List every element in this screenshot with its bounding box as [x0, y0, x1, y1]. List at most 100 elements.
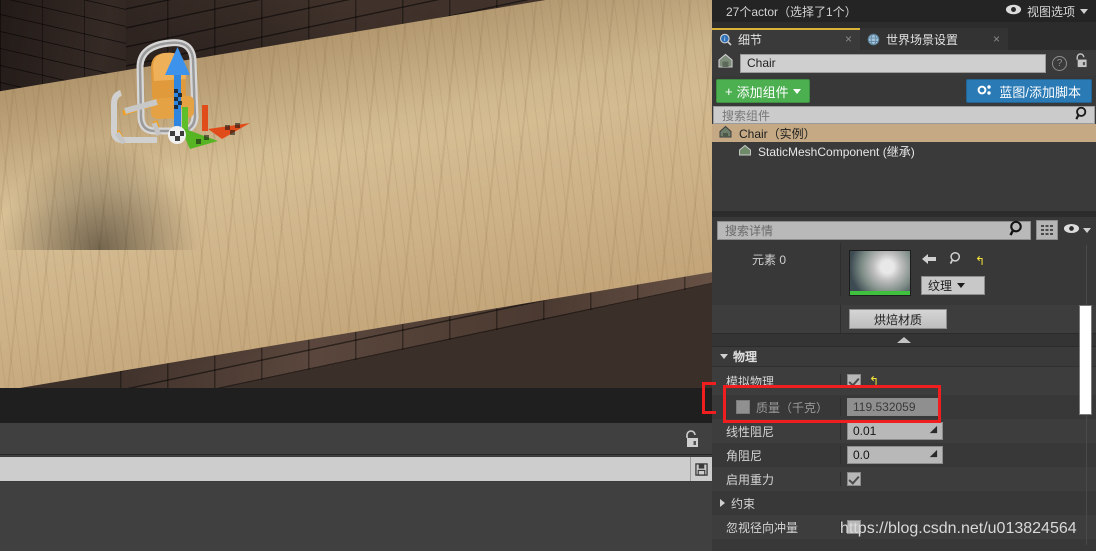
enable-gravity-checkbox[interactable]	[847, 472, 861, 486]
grid-view-icon[interactable]	[1036, 220, 1058, 240]
actor-name-row: Chair ?	[712, 50, 1096, 76]
chevron-down-icon	[1080, 8, 1088, 14]
linear-damping-value: 0.01	[853, 424, 877, 438]
prop-row-simulate-physics[interactable]: 模拟物理 ↰	[712, 367, 1096, 395]
tree-item-staticmesh[interactable]: StaticMeshComponent (继承)	[712, 142, 1096, 160]
content-browser-toolbar[interactable]	[0, 423, 712, 455]
watermark-url: https://blog.csdn.net/u013824564	[840, 520, 1077, 537]
simulate-physics-label: 模拟物理	[726, 374, 775, 389]
details-search-placeholder: 搜索详情	[725, 223, 774, 238]
chevron-down-icon	[957, 283, 966, 288]
actor-name-field[interactable]: Chair	[740, 53, 1046, 73]
bake-material-row: 烘焙材质	[712, 305, 1096, 333]
lock-open-icon[interactable]	[682, 429, 700, 449]
material-type-dropdown[interactable]: 纹理	[921, 276, 986, 295]
component-search-placeholder: 搜索组件	[722, 108, 771, 123]
physics-category-label: 物理	[733, 350, 758, 364]
panel-tabs: i 细节 × 世界场景设置 ×	[712, 28, 1096, 50]
component-search-input[interactable]: 搜索组件	[713, 106, 1095, 124]
blueprint-label: 蓝图/添加脚本	[999, 84, 1081, 100]
component-tree: Chair（实例） StaticMeshComponent (继承)	[712, 124, 1096, 211]
constraints-label: 约束	[731, 496, 756, 511]
search-icon[interactable]	[1075, 106, 1090, 124]
mass-label: 质量（千克）	[756, 400, 829, 415]
properties-area: 元素 0 ↰ 纹理 烘焙材质 物理 模拟物理 ↰ 质量（千克） 119.5320…	[712, 243, 1096, 539]
linear-damping-field[interactable]: 0.01	[847, 422, 943, 440]
details-view-options-button[interactable]	[1063, 221, 1091, 239]
enable-gravity-label: 启用重力	[726, 472, 775, 487]
section-collapse-button[interactable]	[712, 333, 1096, 347]
corner-shadow	[0, 140, 200, 250]
actor-count-label: 27个actor（选择了1个）	[726, 4, 857, 19]
level-viewport[interactable]	[0, 0, 712, 388]
chevron-down-icon	[792, 88, 801, 94]
add-component-button[interactable]: + 添加组件	[716, 79, 810, 103]
world-globe-icon	[867, 33, 880, 46]
prop-row-constraints[interactable]: 约束	[712, 491, 1096, 515]
close-icon[interactable]: ×	[993, 32, 1000, 46]
content-search-row[interactable]	[0, 456, 712, 482]
prop-row-linear-damping[interactable]: 线性阻尼 0.01	[712, 419, 1096, 443]
blueprint-add-script-button[interactable]: 蓝图/添加脚本	[966, 79, 1092, 103]
plus-icon: +	[725, 83, 733, 99]
transform-gizmo[interactable]	[130, 45, 260, 155]
lower-left-area	[0, 388, 712, 551]
angular-damping-label: 角阻尼	[726, 448, 763, 463]
tab-details[interactable]: i 细节 ×	[712, 28, 860, 50]
tab-world-settings[interactable]: 世界场景设置 ×	[860, 28, 1008, 50]
arrow-left-icon[interactable]	[921, 252, 937, 270]
physics-category-header[interactable]: 物理	[712, 347, 1096, 367]
prop-row-mass[interactable]: 质量（千克） 119.532059	[712, 395, 1096, 419]
material-sphere-thumbnail[interactable]	[849, 250, 911, 296]
bake-material-button[interactable]: 烘焙材质	[849, 309, 948, 329]
help-icon[interactable]: ?	[1052, 55, 1067, 71]
chevron-down-icon	[1083, 227, 1091, 233]
actor-house-icon	[718, 124, 733, 142]
tab-world-settings-label: 世界场景设置	[886, 32, 959, 47]
tree-item-chair[interactable]: Chair（实例）	[712, 124, 1096, 142]
actor-house-icon	[717, 52, 734, 74]
ignore-radial-impulse-label: 忽视径向冲量	[726, 520, 799, 535]
tree-item-chair-label: Chair（实例）	[739, 126, 816, 141]
simulate-physics-checkbox[interactable]	[847, 374, 861, 388]
actor-status-bar: 27个actor（选择了1个） 视图选项	[712, 0, 1096, 22]
drag-handle-icon[interactable]	[927, 424, 938, 438]
mass-override-checkbox[interactable]	[736, 400, 750, 414]
details-magnifier-icon: i	[719, 33, 732, 46]
material-element-row: 元素 0 ↰ 纹理	[712, 243, 1096, 305]
prop-row-angular-damping[interactable]: 角阻尼 0.0	[712, 443, 1096, 467]
details-search-input[interactable]: 搜索详情	[717, 220, 1031, 240]
mass-value-field: 119.532059	[847, 398, 941, 416]
mesh-house-icon	[738, 143, 752, 160]
triangle-right-icon[interactable]	[720, 499, 725, 507]
linear-damping-label: 线性阻尼	[726, 424, 775, 439]
search-icon[interactable]	[949, 251, 963, 270]
details-search-row: 搜索详情	[712, 217, 1096, 243]
prop-row-enable-gravity[interactable]: 启用重力	[712, 467, 1096, 491]
close-icon[interactable]: ×	[845, 32, 852, 46]
content-browser-body	[0, 482, 712, 551]
reset-arrow-icon[interactable]: ↰	[975, 254, 985, 268]
component-action-row: + 添加组件 蓝图/添加脚本	[712, 76, 1096, 106]
triangle-down-icon	[720, 354, 728, 359]
details-panel: 27个actor（选择了1个） 视图选项 i 细节 × 世界场景设置 × Cha…	[712, 0, 1096, 551]
tab-details-label: 细节	[738, 32, 763, 47]
blueprint-gear-icon	[977, 83, 993, 100]
reset-arrow-icon[interactable]: ↰	[869, 374, 879, 388]
details-vertical-scrollbar[interactable]	[1079, 305, 1092, 415]
tree-item-staticmesh-label: StaticMeshComponent (继承)	[758, 144, 915, 159]
eye-icon	[1005, 4, 1022, 18]
save-disk-icon[interactable]	[690, 457, 712, 481]
drag-handle-icon[interactable]	[927, 448, 938, 462]
lock-open-icon[interactable]	[1073, 52, 1088, 74]
angular-damping-value: 0.0	[853, 448, 870, 462]
search-icon[interactable]	[1009, 220, 1026, 240]
eye-icon	[1063, 221, 1080, 239]
content-search-input[interactable]	[0, 457, 690, 481]
view-options-button[interactable]: 视图选项	[1005, 3, 1088, 20]
view-options-label: 视图选项	[1026, 4, 1075, 19]
angular-damping-field[interactable]: 0.0	[847, 446, 943, 464]
svg-text:i: i	[724, 37, 725, 43]
viewport-bottom-bar	[0, 388, 712, 423]
element-label: 元素 0	[752, 253, 787, 267]
